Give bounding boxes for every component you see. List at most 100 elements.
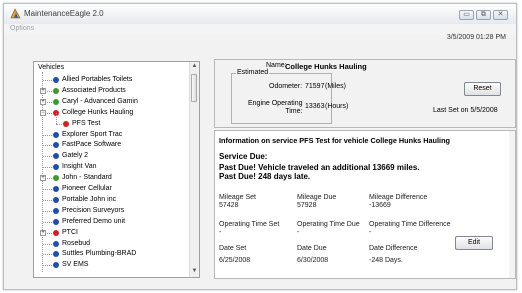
tree-item[interactable]: − College Hunks Hauling <box>34 108 189 118</box>
tree-branch-line <box>43 254 52 256</box>
reset-button[interactable]: Reset <box>464 82 501 96</box>
tree-item[interactable]: Precision Surveyors <box>34 206 189 216</box>
tree-item[interactable]: + Associated Products <box>34 86 189 96</box>
op-time-due-value: - <box>297 229 300 236</box>
op-time-difference-label: Operating Time Difference <box>369 221 451 228</box>
tree-root-vehicles[interactable]: Vehicles <box>38 64 64 71</box>
info-scrollbar[interactable] <box>509 131 515 278</box>
date-due-label: Date Due <box>297 245 327 252</box>
vehicle-status-icon <box>53 77 59 83</box>
vehicle-status-icon <box>53 262 59 269</box>
tree-branch-line <box>43 221 52 223</box>
tree-item[interactable]: + Caryl - Advanced Gamin <box>34 97 189 107</box>
date-due-value: 6/30/2008 <box>297 257 329 264</box>
expand-icon[interactable]: + <box>40 98 46 105</box>
tree-item-label: Pioneer Cellular <box>62 185 112 192</box>
tree-item-label: College Hunks Hauling <box>62 108 134 116</box>
mileage-due-label: Mileage Due <box>297 194 337 201</box>
title-bar[interactable]: MaintenanceEagle 2.0 ▭ ⧉ ✕ <box>4 4 516 24</box>
service-info-panel: Information on service PFS Test for vehi… <box>214 130 516 279</box>
tree-branch-line <box>43 265 52 267</box>
vehicle-status-icon <box>53 229 59 236</box>
tree-item[interactable]: Allied Portables Toilets <box>34 75 189 85</box>
op-time-difference-value: - <box>369 229 372 236</box>
tree-item-label: PFS Test <box>72 119 101 127</box>
tree-item[interactable]: Rosebud <box>34 239 189 249</box>
tree-branch-line <box>43 134 52 136</box>
tree-branch-line <box>43 210 52 212</box>
op-time-set-label: Operating Time Set <box>219 221 280 228</box>
date-set-label: Date Set <box>219 245 247 252</box>
window-title: MaintenanceEagle 2.0 <box>24 9 104 18</box>
close-button[interactable]: ✕ <box>493 10 508 20</box>
vehicle-status-icon <box>53 87 59 94</box>
vehicle-tree[interactable]: Vehicles Allied Portables Toilets + Associ… <box>33 61 200 278</box>
vehicle-summary-panel: Name: College Hunks Hauling Estimated Od… <box>214 59 516 128</box>
vehicle-status-icon <box>53 98 59 105</box>
tree-branch-line <box>43 167 52 169</box>
tree-item[interactable]: + John - Standard <box>34 173 189 183</box>
tree-item-label: Insight Van <box>62 163 97 171</box>
menu-options[interactable]: Options <box>10 25 34 32</box>
tree-child-item[interactable]: PFS Test <box>34 112 189 129</box>
minimize-button[interactable]: ▭ <box>459 10 474 20</box>
tree-item[interactable]: Gately 2 <box>34 151 189 161</box>
tree-item[interactable]: Preferred Demo unit <box>34 217 189 227</box>
mileage-set-value: 57428 <box>219 202 239 209</box>
engine-time-label-line2: Time: <box>285 108 303 115</box>
past-due-mileage: Past Due! Vehicle traveled an additional… <box>219 163 420 172</box>
tree-item-label: PTCI <box>62 228 78 236</box>
tree-item-label: Preferred Demo unit <box>62 217 126 225</box>
tree-item[interactable]: SV EMS <box>34 260 189 270</box>
estimated-legend: Estimated <box>236 69 270 76</box>
tree-item[interactable]: Suttles Plumbing-BRAD <box>34 249 189 259</box>
tree-branch-line <box>43 199 52 201</box>
collapse-icon[interactable]: − <box>40 109 46 116</box>
scroll-thumb[interactable] <box>191 74 197 102</box>
tree-item-label: Suttles Plumbing-BRAD <box>62 250 137 258</box>
tree-item-label: Precision Surveyors <box>62 206 125 214</box>
app-window: MaintenanceEagle 2.0 ▭ ⧉ ✕ Options 3/5/2… <box>3 3 517 290</box>
tree-item[interactable]: + PTCI <box>34 228 189 238</box>
scroll-up-arrow-icon[interactable]: ▲ <box>191 63 198 70</box>
engine-time-label-line1: Engine Operating <box>248 100 303 107</box>
tree-child-connector <box>56 112 57 124</box>
tree-branch-line <box>56 123 62 125</box>
date-difference-label: Date Difference <box>369 245 418 252</box>
vehicle-status-icon <box>53 186 59 192</box>
tree-item[interactable]: Explorer Sport Trac <box>34 130 189 140</box>
vehicle-name: College Hunks Hauling <box>285 62 367 71</box>
estimated-group: Estimated Odometer: 71597 (Miles) Engine… <box>231 69 348 124</box>
tree-item[interactable]: Portable John inc <box>34 195 189 205</box>
mileage-difference-label: Mileage Difference <box>369 194 428 201</box>
scroll-down-arrow-icon[interactable]: ▼ <box>191 268 198 275</box>
odometer-value: 71597 <box>305 83 325 90</box>
service-due-heading: Service Due: <box>219 152 268 161</box>
current-datetime: 3/5/2009 01:28 PM <box>446 34 506 41</box>
tree-item-label: FastPace Software <box>62 141 122 149</box>
tree-item[interactable]: Pioneer Cellular <box>34 184 189 194</box>
tree-scrollbar[interactable]: ▲ ▼ <box>189 62 199 277</box>
vehicle-status-icon <box>53 207 59 214</box>
tree-item-label: Gately 2 <box>62 152 89 160</box>
expand-icon[interactable]: + <box>40 175 46 182</box>
vehicle-status-icon <box>53 131 59 138</box>
tree-item[interactable]: Insight Van <box>34 162 189 172</box>
name-label: Name: <box>266 62 287 69</box>
vehicle-status-icon <box>63 120 69 127</box>
tree-item-label: Portable John inc <box>62 195 117 203</box>
tree-item-label: John - Standard <box>62 174 112 182</box>
tree-branch-line <box>43 80 52 81</box>
expand-icon[interactable]: + <box>40 229 46 236</box>
last-set-text: Last Set on 5/5/2008 <box>433 107 498 114</box>
edit-button[interactable]: Edit <box>455 236 493 250</box>
vehicle-status-icon <box>53 240 59 247</box>
tree-item[interactable]: FastPace Software <box>34 140 189 150</box>
maximize-button[interactable]: ⧉ <box>476 10 491 20</box>
tree-item-label: Rosebud <box>62 239 91 247</box>
expand-icon[interactable]: + <box>40 87 46 94</box>
engine-time-value: 13363 <box>305 103 325 110</box>
vehicle-status-icon <box>53 218 59 225</box>
vehicle-status-icon <box>53 153 59 160</box>
vehicle-status-icon <box>53 196 59 203</box>
